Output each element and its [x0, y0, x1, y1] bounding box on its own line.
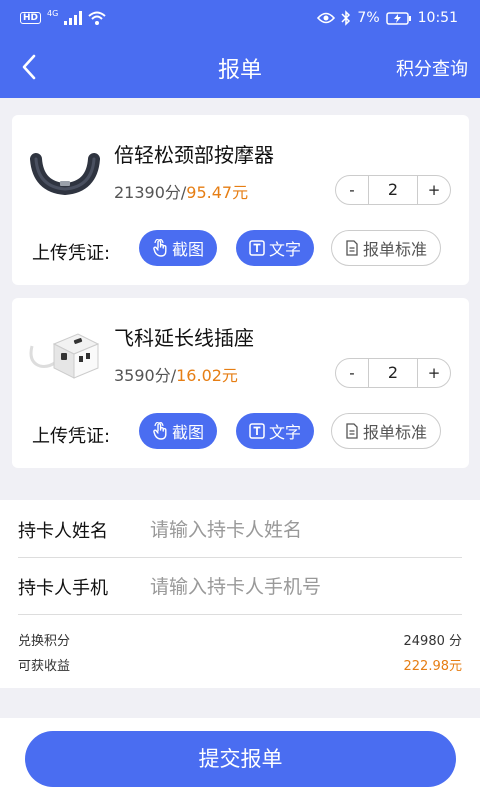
- points-query-link[interactable]: 积分查询: [396, 55, 468, 81]
- phone-input[interactable]: [150, 575, 462, 598]
- points-value: 24980 分: [403, 634, 463, 649]
- cardholder-form: 持卡人姓名 持卡人手机 兑换积分 24980 分 可获收益 222.98元: [0, 500, 480, 688]
- screenshot-button[interactable]: 截图: [139, 413, 217, 449]
- product-card: 飞科延长线插座 3590分/16.02元 - 2 + 上传凭证: 截图 文字 报…: [12, 298, 469, 468]
- screenshot-label: 截图: [171, 423, 204, 442]
- text-button[interactable]: 文字: [236, 413, 314, 449]
- points-label: 兑换积分: [18, 634, 71, 649]
- product-card: 倍轻松颈部按摩器 21390分/95.47元 - 2 + 上传凭证: 截图 文字…: [12, 115, 469, 285]
- bluetooth-icon: [341, 10, 351, 26]
- points-summary: 兑换积分 24980 分: [18, 630, 462, 649]
- battery-percent: 7%: [357, 10, 380, 26]
- upload-proof-label: 上传凭证:: [32, 243, 111, 264]
- product-money: 95.47元: [186, 183, 249, 202]
- bottom-bar: 提交报单: [0, 718, 480, 800]
- tap-hand-icon: [153, 239, 167, 257]
- report-standard-button[interactable]: 报单标准: [331, 230, 441, 266]
- wifi-icon: [88, 11, 106, 25]
- nav-bar: 报单 积分查询: [0, 36, 480, 98]
- earnings-label: 可获收益: [18, 659, 71, 674]
- document-icon: [346, 240, 358, 256]
- product-name: 倍轻松颈部按摩器: [114, 143, 274, 167]
- screenshot-label: 截图: [171, 240, 204, 259]
- quantity-value[interactable]: 2: [368, 176, 418, 204]
- product-price: 21390分/95.47元: [114, 179, 248, 203]
- product-price: 3590分/16.02元: [114, 362, 238, 386]
- report-standard-label: 报单标准: [362, 240, 427, 259]
- signal-icon: [64, 11, 83, 25]
- submit-button[interactable]: 提交报单: [25, 731, 456, 787]
- document-icon: [346, 423, 358, 439]
- report-standard-button[interactable]: 报单标准: [331, 413, 441, 449]
- product-points: 3590分/: [114, 366, 177, 385]
- increase-button[interactable]: +: [418, 364, 450, 382]
- upload-proof-label: 上传凭证:: [32, 426, 111, 447]
- tap-hand-icon: [153, 422, 167, 440]
- phone-label: 持卡人手机: [18, 577, 108, 599]
- earnings-value: 222.98元: [403, 659, 463, 674]
- text-button[interactable]: 文字: [236, 230, 314, 266]
- quantity-stepper: - 2 +: [335, 175, 451, 205]
- decrease-button[interactable]: -: [336, 181, 368, 199]
- name-row: 持卡人姓名: [18, 502, 462, 558]
- text-label: 文字: [268, 240, 301, 259]
- phone-row: 持卡人手机: [18, 559, 462, 615]
- product-name: 飞科延长线插座: [114, 326, 254, 350]
- increase-button[interactable]: +: [418, 181, 450, 199]
- clock: 10:51: [417, 10, 458, 26]
- power-strip-image: [29, 333, 100, 379]
- hd-badge: HD: [20, 12, 42, 24]
- earnings-summary: 可获收益 222.98元: [18, 655, 462, 674]
- neck-massager-image: [30, 153, 100, 196]
- report-standard-label: 报单标准: [362, 423, 427, 442]
- network-type: 4G: [47, 8, 59, 18]
- text-label: 文字: [268, 423, 301, 442]
- battery-charging-icon: [385, 11, 411, 25]
- quantity-value[interactable]: 2: [368, 359, 418, 387]
- text-t-icon: [249, 423, 265, 439]
- eye-icon: [317, 12, 336, 24]
- name-input[interactable]: [150, 518, 462, 541]
- text-t-icon: [249, 240, 265, 256]
- status-bar: HD 4G 7% 10:51: [0, 0, 480, 36]
- screenshot-button[interactable]: 截图: [139, 230, 217, 266]
- decrease-button[interactable]: -: [336, 364, 368, 382]
- product-points: 21390分/: [114, 183, 187, 202]
- product-money: 16.02元: [176, 366, 238, 385]
- name-label: 持卡人姓名: [18, 520, 108, 542]
- quantity-stepper: - 2 +: [335, 358, 451, 388]
